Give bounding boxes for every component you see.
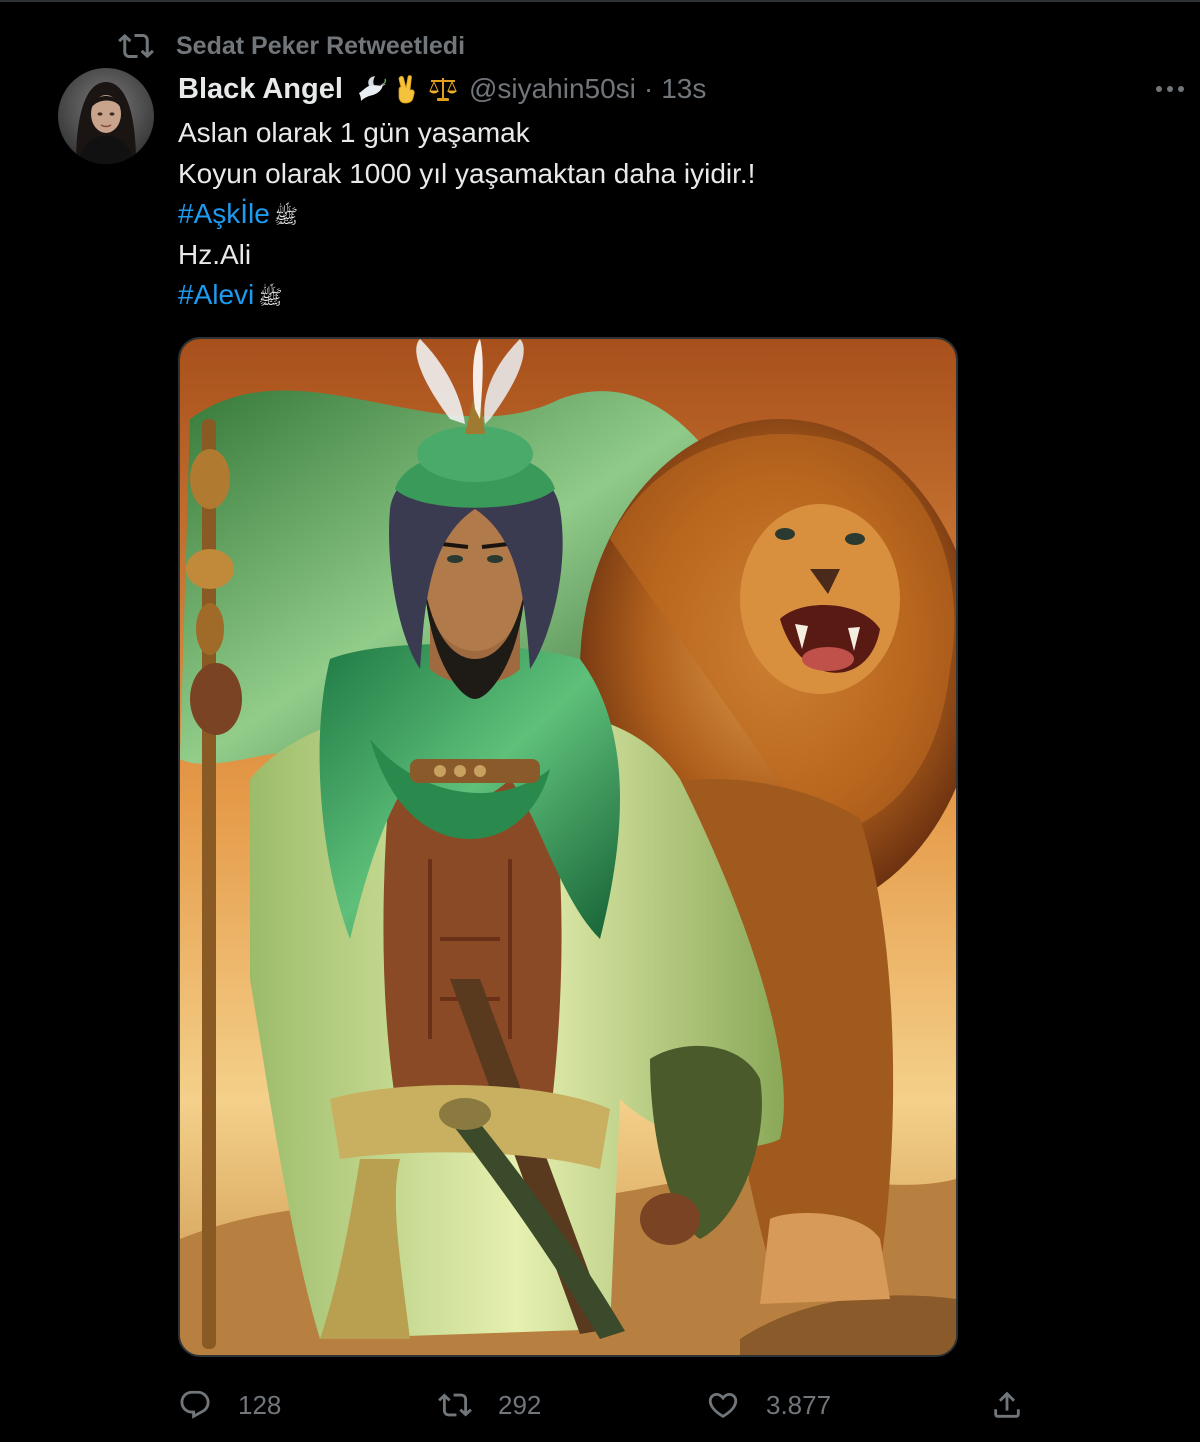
share-button[interactable] <box>990 1382 1024 1428</box>
tweet[interactable]: Sedat Peker Retweetledi Black Angel @siy… <box>0 0 1200 1442</box>
action-bar: 128 292 3.877 <box>178 1382 1038 1428</box>
retweet-count: 292 <box>498 1389 542 1420</box>
like-button[interactable]: 3.877 <box>706 1382 831 1428</box>
retweeted-by-label[interactable]: Sedat Peker Retweetledi <box>176 32 465 61</box>
tweet-text: Aslan olarak 1 gün yaşamak Koyun olarak … <box>178 113 1138 316</box>
tweet-line: Hz.Ali <box>178 238 252 270</box>
share-icon <box>994 1391 1020 1418</box>
retweet-header[interactable]: Sedat Peker Retweetledi <box>118 26 465 66</box>
avatar[interactable] <box>58 68 154 164</box>
divider <box>0 0 1200 2</box>
arabic-glyph: ﷺ <box>273 206 298 228</box>
like-count: 3.877 <box>766 1389 832 1420</box>
tweet-line: Koyun olarak 1000 yıl yaşamaktan daha iy… <box>178 157 756 189</box>
separator-dot: · <box>643 73 654 104</box>
hashtag-link[interactable]: #Aşkİle <box>178 198 270 229</box>
balance-scale-icon <box>428 78 457 101</box>
tweet-line: #Aşkİle ﷺ <box>178 194 1138 235</box>
reply-button[interactable]: 128 <box>178 1382 281 1428</box>
victory-hand-icon <box>398 75 415 104</box>
retweet-icon <box>438 1393 472 1417</box>
tweet-line: #Alevi ﷺ <box>178 275 1138 316</box>
timestamp[interactable]: 13s <box>661 73 706 105</box>
hashtag-link[interactable]: #Alevi <box>178 279 254 310</box>
more-icon[interactable] <box>1150 74 1190 104</box>
dove-icon <box>358 76 387 101</box>
author-row: Black Angel @siyahin50si · 13s <box>178 66 706 112</box>
retweet-icon <box>118 33 154 59</box>
heart-icon <box>708 1392 738 1418</box>
arabic-glyph: ﷺ <box>258 287 283 309</box>
tweet-line: Aslan olarak 1 gün yaşamak <box>178 117 530 148</box>
tweet-image[interactable] <box>178 337 958 1357</box>
author-handle[interactable]: @siyahin50si <box>469 73 636 105</box>
retweet-button[interactable]: 292 <box>438 1382 541 1428</box>
reply-count: 128 <box>238 1389 282 1420</box>
name-emojis <box>355 73 459 105</box>
reply-icon <box>180 1390 210 1419</box>
display-name[interactable]: Black Angel <box>178 73 343 106</box>
